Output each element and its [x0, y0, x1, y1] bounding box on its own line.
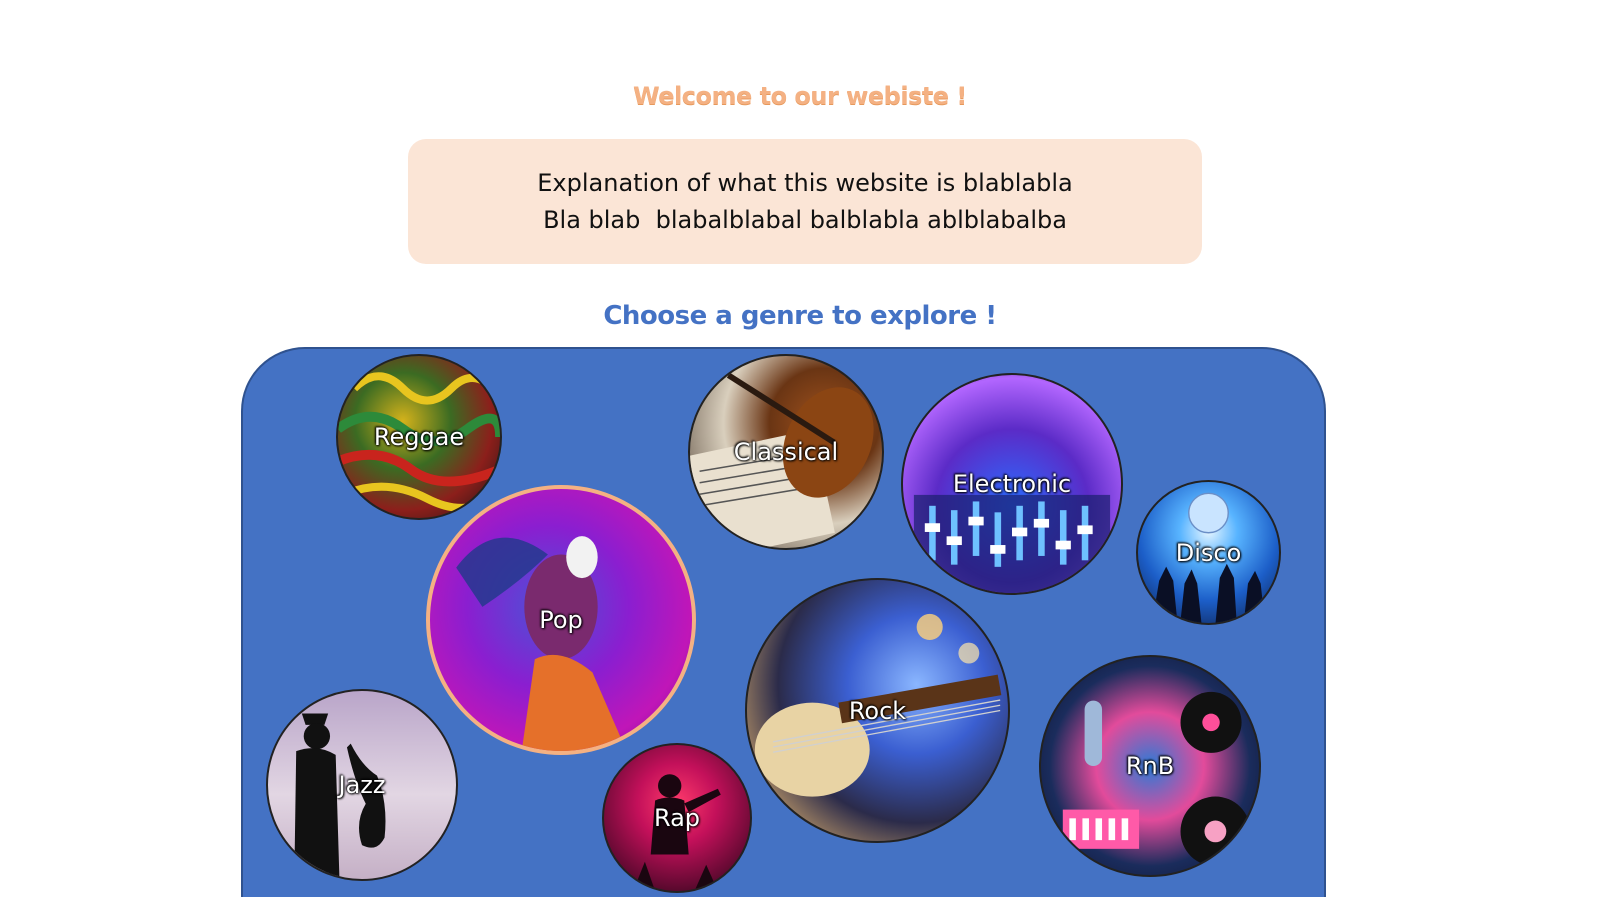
- explanation-line-2: Bla blab blabalblabal balblabla ablblaba…: [543, 205, 1067, 234]
- genre-label-rock: Rock: [848, 696, 907, 725]
- genre-bubble-rnb[interactable]: RnB: [1039, 655, 1261, 877]
- genre-bubble-pop[interactable]: Pop: [426, 485, 696, 755]
- genre-label-jazz: Jazz: [338, 771, 386, 799]
- welcome-heading: Welcome to our webiste !: [633, 82, 967, 110]
- genre-bubble-jazz[interactable]: Jazz: [266, 689, 458, 881]
- genre-label-rap: Rap: [653, 804, 701, 832]
- genre-label-electronic: Electronic: [952, 470, 1072, 498]
- genre-bubble-rap[interactable]: Rap: [602, 743, 752, 893]
- genre-bubble-classical[interactable]: Classical: [688, 354, 884, 550]
- genre-label-pop: Pop: [539, 606, 583, 634]
- explanation-box: Explanation of what this website is blab…: [408, 139, 1202, 264]
- genre-label-reggae: Reggae: [373, 423, 465, 451]
- genre-label-classical: Classical: [733, 438, 839, 466]
- genre-section-title: Choose a genre to explore !: [603, 301, 997, 331]
- genre-bubble-disco[interactable]: Disco: [1136, 480, 1281, 625]
- genre-label-rnb: RnB: [1125, 752, 1175, 780]
- genre-label-disco: Disco: [1175, 538, 1242, 567]
- explanation-line-1: Explanation of what this website is blab…: [537, 168, 1073, 197]
- genre-bubble-rock[interactable]: Rock: [745, 578, 1010, 843]
- genre-bubble-electronic[interactable]: Electronic: [901, 373, 1123, 595]
